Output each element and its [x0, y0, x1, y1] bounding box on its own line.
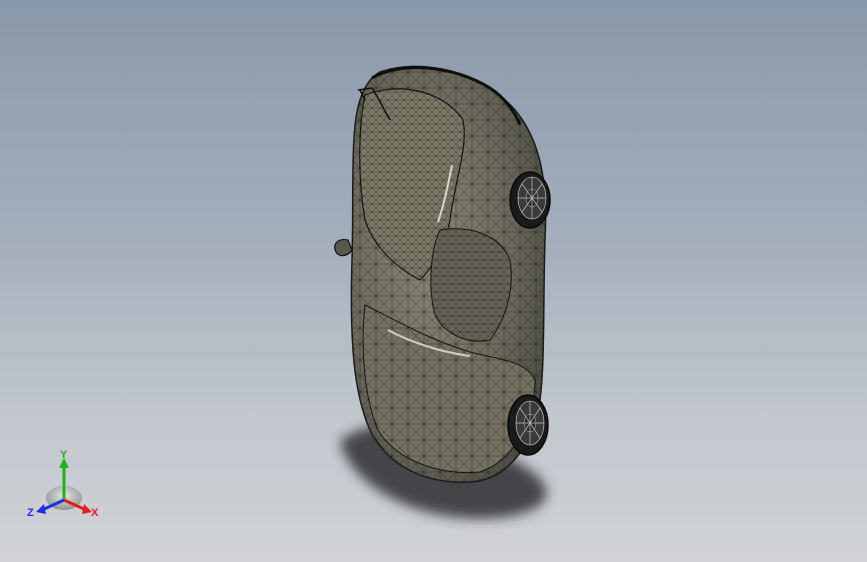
z-axis-label: Z — [27, 507, 34, 519]
model-view[interactable] — [0, 0, 867, 562]
side-mirror — [334, 239, 353, 257]
front-wheel[interactable] — [509, 171, 551, 229]
roof-mesh — [430, 228, 512, 342]
reference-triad: Y X Z — [27, 449, 99, 519]
graphics-viewport[interactable]: Y X Z — [0, 0, 867, 562]
x-axis-label: X — [91, 507, 99, 519]
rear-wheel[interactable] — [507, 394, 549, 456]
y-axis-label: Y — [60, 449, 68, 461]
z-axis-arrow — [36, 504, 46, 514]
